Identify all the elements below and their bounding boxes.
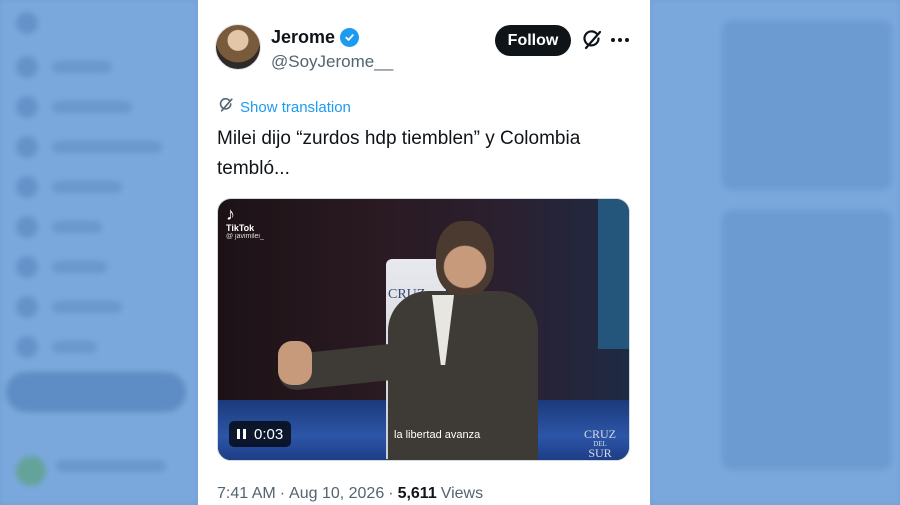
video-subtitle: la libertad avanza — [394, 429, 481, 441]
background-right-panel — [650, 0, 900, 505]
watermark-line-3: SUR — [588, 446, 612, 460]
tweet-date[interactable]: Aug 10, 2026 — [289, 485, 384, 503]
tiktok-label: TikTok — [226, 223, 255, 233]
author-handle[interactable]: @SoyJerome__ — [271, 52, 393, 72]
channel-watermark: CRUZ DEL SUR — [584, 427, 617, 460]
author-avatar[interactable] — [215, 24, 261, 70]
speaker-head — [436, 221, 494, 295]
watermark-line-1: CRUZ — [584, 427, 617, 441]
follow-button[interactable]: Follow — [495, 25, 571, 56]
more-icon[interactable] — [611, 38, 629, 42]
views-label: Views — [440, 485, 484, 502]
background-left-panel — [0, 0, 198, 505]
tiktok-watermark: ♪ TikTok @ javimilei_ — [226, 205, 264, 240]
tiktok-icon: ♪ — [226, 204, 235, 224]
tweet-card: Jerome @SoyJerome__ Follow Show translat… — [198, 0, 650, 505]
meta-separator-2: · — [388, 485, 394, 502]
video-timestamp: 0:03 — [254, 425, 284, 443]
tweet-video[interactable]: CRUZ ♪ TikTok @ javimilei_ 0:03 la liber… — [217, 198, 630, 461]
translate-icon — [218, 97, 234, 118]
speaker-hand — [278, 341, 312, 385]
tweet-meta: 7:41 AM · Aug 10, 2026 · 5,611 Views — [217, 485, 483, 503]
views-count: 5,611 — [397, 485, 437, 502]
meta-separator: · — [279, 485, 286, 502]
tiktok-username: @ javimilei_ — [226, 233, 264, 240]
stage-screen — [598, 199, 629, 349]
video-playback-control[interactable]: 0:03 — [229, 421, 292, 447]
author-display-name[interactable]: Jerome — [271, 27, 335, 48]
pause-icon[interactable] — [237, 429, 246, 439]
grok-icon[interactable] — [581, 29, 603, 51]
author-name-row: Jerome — [271, 27, 360, 48]
verified-badge-icon — [340, 28, 360, 47]
show-translation-link[interactable]: Show translation — [218, 97, 351, 118]
tweet-time[interactable]: 7:41 AM — [217, 485, 276, 503]
show-translation-label: Show translation — [240, 99, 351, 116]
tweet-text: Milei dijo “zurdos hdp tiemblen” y Colom… — [217, 128, 581, 179]
